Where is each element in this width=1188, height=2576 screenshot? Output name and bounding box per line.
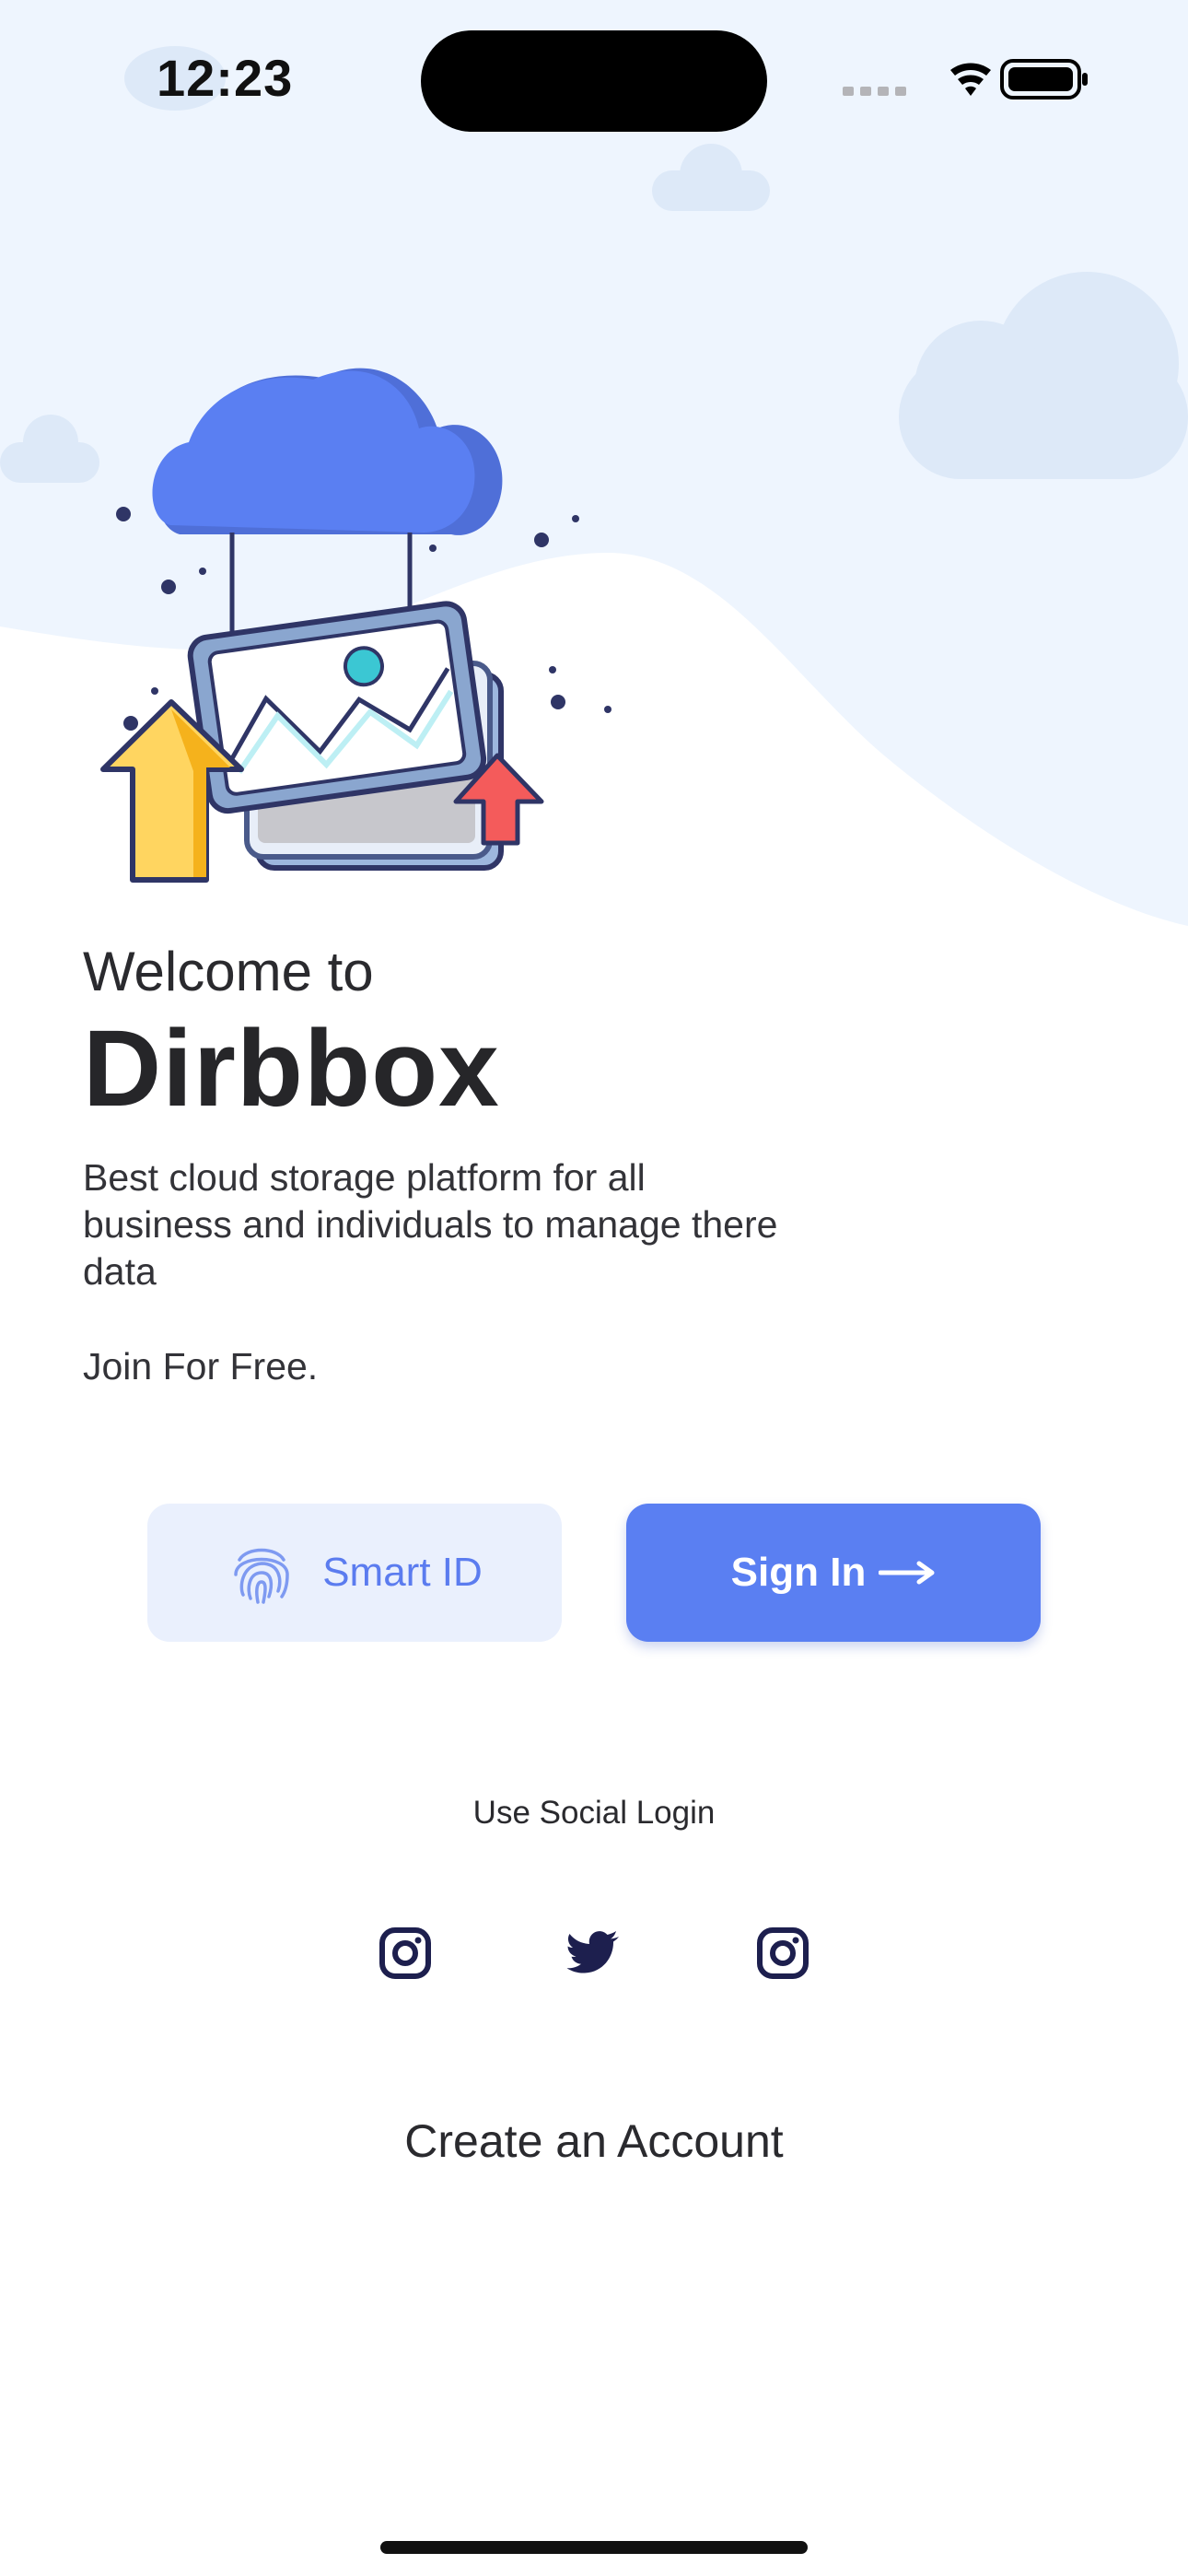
home-indicator[interactable]	[380, 2541, 808, 2554]
signal-icon	[843, 87, 906, 96]
smart-id-label: Smart ID	[322, 1550, 483, 1595]
arrow-right-icon	[879, 1561, 935, 1585]
dynamic-island	[421, 30, 767, 132]
twitter-icon[interactable]	[566, 1926, 622, 1981]
smart-id-button[interactable]: Smart ID	[147, 1504, 562, 1642]
brand-title: Dirbbox	[83, 1008, 500, 1130]
join-free-text: Join For Free.	[83, 1345, 319, 1388]
sign-in-label: Sign In	[730, 1550, 867, 1595]
instagram-icon[interactable]	[378, 1926, 433, 1981]
description-text: Best cloud storage platform for all busi…	[83, 1156, 778, 1293]
instagram-icon[interactable]	[755, 1926, 810, 1981]
sign-in-button[interactable]: Sign In	[626, 1504, 1041, 1642]
cloud-upload-illustration	[100, 368, 611, 883]
status-icons	[843, 59, 1088, 100]
wifi-icon	[950, 63, 991, 96]
fingerprint-icon	[234, 1548, 289, 1604]
welcome-text: Welcome to	[83, 941, 374, 1002]
create-account-link[interactable]: Create an Account	[0, 2114, 1188, 2168]
social-login-label: Use Social Login	[472, 1795, 716, 1831]
status-time: 12:23	[157, 49, 294, 107]
battery-icon	[1000, 59, 1088, 100]
